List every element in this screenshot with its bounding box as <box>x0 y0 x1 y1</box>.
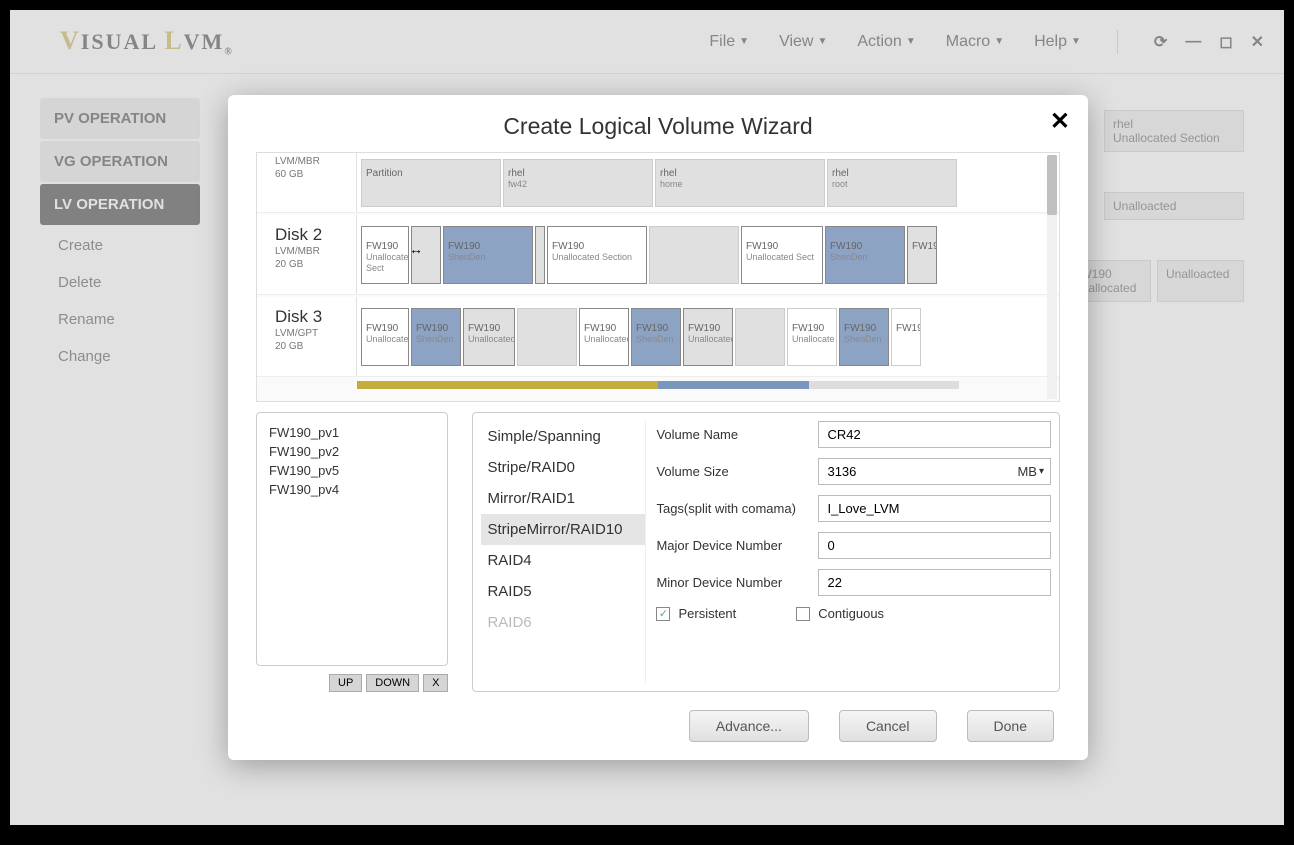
volume-name-input[interactable] <box>818 421 1051 448</box>
minor-dev-input[interactable] <box>818 569 1051 596</box>
persistent-checkbox[interactable]: ✓Persistent <box>656 606 736 621</box>
major-dev-input[interactable] <box>818 532 1051 559</box>
pv-item[interactable]: FW190_pv2 <box>269 442 435 461</box>
lv-type-list: Simple/Spanning Stripe/RAID0 Mirror/RAID… <box>481 421 646 683</box>
volume-size-label: Volume Size <box>656 464 806 479</box>
partition[interactable] <box>535 226 545 284</box>
lv-type-raid5[interactable]: RAID5 <box>481 576 645 607</box>
partition[interactable]: FW190ShenDen <box>443 226 533 284</box>
partition[interactable]: FW190ShenDen <box>411 308 461 366</box>
tags-input[interactable] <box>818 495 1051 522</box>
lv-type-stripe[interactable]: Stripe/RAID0 <box>481 452 645 483</box>
done-button[interactable]: Done <box>967 710 1054 742</box>
pv-item[interactable]: FW190_pv4 <box>269 480 435 499</box>
minor-dev-label: Minor Device Number <box>656 575 806 590</box>
partition[interactable]: FW190ShenDen <box>825 226 905 284</box>
partition[interactable]: FW190ShenDen <box>839 308 889 366</box>
lv-type-mirror[interactable]: Mirror/RAID1 <box>481 483 645 514</box>
modal-close-icon[interactable]: ✕ <box>1050 107 1070 136</box>
disk-row-2: Disk 2 LVM/MBR 20 GB FW190Unallocated Se… <box>257 215 1059 295</box>
scrollbar-thumb[interactable] <box>1047 155 1057 215</box>
partition[interactable]: FW190 <box>907 226 937 284</box>
tags-label: Tags(split with comama) <box>656 501 806 516</box>
size-unit-select[interactable]: MB ▾ <box>1011 464 1050 479</box>
disk-row-1: LVM/MBR 60 GB Partition rhelfw42 rhelhom… <box>257 153 1059 213</box>
pv-up-button[interactable]: UP <box>329 674 362 692</box>
contiguous-checkbox[interactable]: Contiguous <box>796 606 884 621</box>
partition[interactable]: FW190Unallocated <box>683 308 733 366</box>
partition[interactable]: FW190Unallocated <box>361 308 409 366</box>
disk-area[interactable]: LVM/MBR 60 GB Partition rhelfw42 rhelhom… <box>256 152 1060 402</box>
major-dev-label: Major Device Number <box>656 538 806 553</box>
partition[interactable]: FW190Unallocated Section <box>547 226 647 284</box>
lv-type-raid4[interactable]: RAID4 <box>481 545 645 576</box>
pv-item[interactable]: FW190_pv1 <box>269 423 435 442</box>
partition[interactable]: FW190Unallocated Sect <box>361 226 409 284</box>
pv-down-button[interactable]: DOWN <box>366 674 419 692</box>
disk-row-3: Disk 3 LVM/GPT 20 GB FW190Unallocated FW… <box>257 297 1059 377</box>
partition[interactable]: FW190Unallocated <box>579 308 629 366</box>
create-lv-wizard: ✕ Create Logical Volume Wizard LVM/MBR 6… <box>228 95 1088 760</box>
cancel-button[interactable]: Cancel <box>839 710 937 742</box>
lv-type-raid6: RAID6 <box>481 607 645 638</box>
lv-type-simple[interactable]: Simple/Spanning <box>481 421 645 452</box>
resize-cursor-icon[interactable]: ↔ <box>409 241 423 257</box>
partition[interactable]: FW190Unallocated Sect <box>741 226 823 284</box>
partition[interactable]: FW190ShenDen <box>631 308 681 366</box>
lv-type-raid10[interactable]: StripeMirror/RAID10 <box>481 514 645 545</box>
partition[interactable]: FW190Unallocated <box>463 308 515 366</box>
advance-button[interactable]: Advance... <box>689 710 809 742</box>
modal-title: Create Logical Volume Wizard <box>256 113 1060 140</box>
volume-name-label: Volume Name <box>656 427 806 442</box>
pv-remove-button[interactable]: X <box>423 674 448 692</box>
pv-item[interactable]: FW190_pv5 <box>269 461 435 480</box>
volume-size-input[interactable] <box>819 459 1011 484</box>
pv-list[interactable]: FW190_pv1 FW190_pv2 FW190_pv5 FW190_pv4 <box>256 412 448 666</box>
